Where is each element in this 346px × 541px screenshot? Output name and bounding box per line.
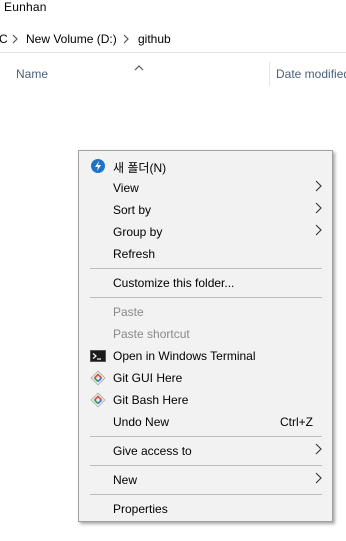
breadcrumb-item-github[interactable]: github: [138, 32, 171, 46]
submenu-arrow-icon: [315, 180, 322, 195]
new-folder-icon: [90, 158, 106, 174]
git-bash-icon: [90, 392, 106, 408]
column-header-date-modified[interactable]: Date modified: [276, 67, 346, 81]
menu-item-open-terminal[interactable]: Open in Windows Terminal: [79, 345, 332, 367]
breadcrumb-item-volume[interactable]: New Volume (D:): [26, 32, 117, 46]
column-divider[interactable]: [269, 62, 270, 86]
submenu-arrow-icon: [315, 224, 322, 239]
menu-item-paste-shortcut: Paste shortcut: [79, 323, 332, 345]
chevron-right-icon[interactable]: [123, 33, 130, 47]
menu-item-label: Git Bash Here: [113, 393, 189, 407]
column-header-row: Name Date modified: [0, 60, 346, 86]
menu-item-label: Undo New: [113, 415, 170, 429]
column-header-name[interactable]: Name: [16, 67, 48, 81]
sort-ascending-icon: [134, 60, 144, 74]
menu-item-give-access[interactable]: Give access to: [79, 440, 332, 462]
breadcrumb-item-drive-c[interactable]: C: [0, 32, 8, 46]
menu-item-customize-folder[interactable]: Customize this folder...: [79, 272, 332, 294]
menu-item-label: New: [113, 473, 138, 487]
menu-item-label: Paste shortcut: [113, 327, 190, 341]
menu-item-label: View: [113, 181, 139, 195]
menu-separator: [90, 297, 322, 298]
menu-item-refresh[interactable]: Refresh: [79, 243, 332, 265]
menu-separator: [90, 494, 322, 495]
breadcrumb: C New Volume (D:) github: [0, 26, 346, 53]
menu-item-undo-new[interactable]: Undo New Ctrl+Z: [79, 411, 332, 433]
menu-item-label: Paste: [113, 305, 144, 319]
menu-item-shortcut: Ctrl+Z: [280, 415, 313, 429]
menu-item-view[interactable]: View: [79, 177, 332, 199]
menu-separator: [90, 268, 322, 269]
git-gui-icon: [90, 370, 106, 386]
menu-item-label: Give access to: [113, 444, 192, 458]
menu-separator: [90, 436, 322, 437]
menu-item-label: Git GUI Here: [113, 371, 183, 385]
context-menu: 새 폴더(N) View Sort by Group by Refresh Cu…: [78, 150, 333, 522]
title-strip: Eunhan: [0, 0, 346, 16]
menu-item-new[interactable]: New: [79, 469, 332, 491]
chevron-right-icon[interactable]: [12, 33, 19, 47]
user-name: Eunhan: [4, 0, 47, 14]
menu-item-paste: Paste: [79, 301, 332, 323]
menu-item-label: Sort by: [113, 203, 152, 217]
menu-item-label: Properties: [113, 502, 168, 516]
submenu-arrow-icon: [315, 472, 322, 487]
menu-item-label: 새 폴더(N): [113, 161, 167, 175]
menu-item-sort-by[interactable]: Sort by: [79, 199, 332, 221]
submenu-arrow-icon: [315, 443, 322, 458]
menu-item-label: Group by: [113, 225, 163, 239]
menu-item-label: Customize this folder...: [113, 276, 235, 290]
terminal-icon: [90, 348, 106, 364]
menu-item-properties[interactable]: Properties: [79, 498, 332, 520]
menu-item-new-folder[interactable]: 새 폴더(N): [79, 155, 332, 177]
menu-separator: [90, 465, 322, 466]
menu-item-label: Refresh: [113, 247, 156, 261]
menu-item-git-gui[interactable]: Git GUI Here: [79, 367, 332, 389]
menu-item-git-bash[interactable]: Git Bash Here: [79, 389, 332, 411]
submenu-arrow-icon: [315, 202, 322, 217]
menu-item-label: Open in Windows Terminal: [113, 349, 256, 363]
menu-item-group-by[interactable]: Group by: [79, 221, 332, 243]
